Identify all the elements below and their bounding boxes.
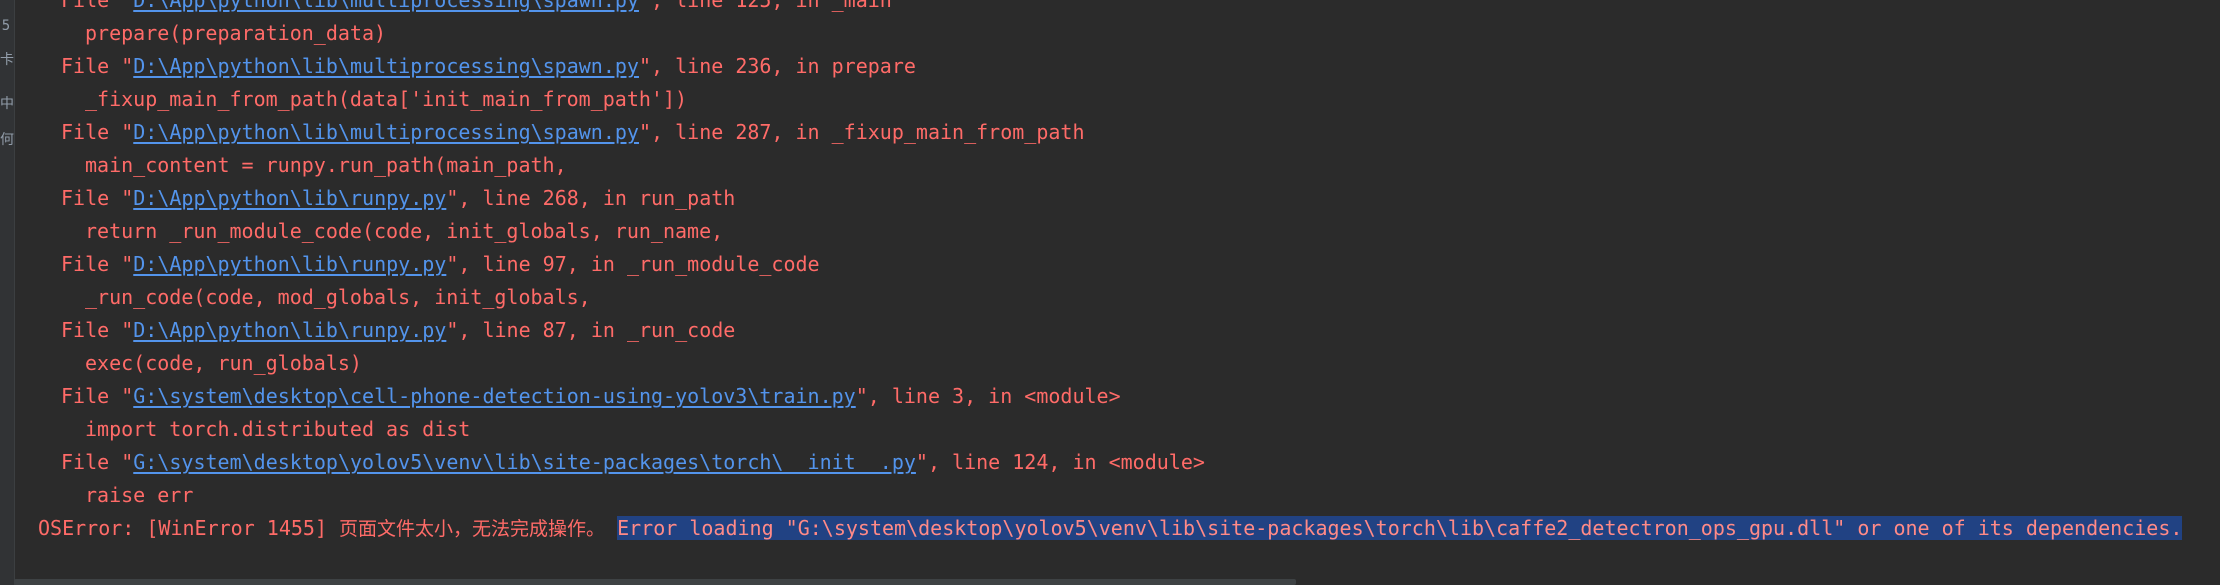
frame-prefix: File " — [61, 186, 134, 210]
frame-prefix: File " — [61, 54, 134, 78]
frame-suffix: ", line 125, in _main — [638, 0, 892, 12]
frame-prefix: File " — [61, 0, 134, 12]
traceback-lines: File "D:\App\python\lib\multiprocessing\… — [0, 0, 2220, 545]
horizontal-scrollbar[interactable] — [14, 579, 1296, 585]
frame-suffix: ", line 236, in prepare — [638, 54, 916, 78]
file-path-link[interactable]: D:\App\python\lib\multiprocessing\spawn.… — [133, 54, 639, 78]
frame-suffix: ", line 124, in <module> — [915, 450, 1205, 474]
frame-suffix: ", line 287, in _fixup_main_from_path — [638, 120, 1085, 144]
frame-prefix: File " — [61, 318, 134, 342]
file-path-link[interactable]: D:\App\python\lib\runpy.py — [133, 186, 446, 210]
frame-suffix: ", line 97, in _run_module_code — [446, 252, 820, 276]
traceback-code-line: prepare(preparation_data) — [85, 21, 387, 45]
traceback-code-line: exec(code, run_globals) — [85, 351, 362, 375]
traceback-frame-line: File "G:\system\desktop\cell-phone-detec… — [0, 380, 2220, 413]
error-type: OSError: [WinError 1455] — [38, 516, 340, 540]
traceback-frame-line: File "D:\App\python\lib\runpy.py", line … — [0, 248, 2220, 281]
traceback-frame-line: File "D:\App\python\lib\multiprocessing\… — [0, 0, 2220, 17]
selected-error-text[interactable]: Error loading "G:\system\desktop\yolov5\… — [617, 516, 2183, 540]
traceback-code-line: _fixup_main_from_path(data['init_main_fr… — [85, 87, 688, 111]
file-path-link[interactable]: D:\App\python\lib\runpy.py — [133, 318, 446, 342]
file-path-link[interactable]: D:\App\python\lib\multiprocessing\spawn.… — [133, 120, 639, 144]
error-localized-message: 页面文件太小，无法完成操作。 — [339, 518, 606, 540]
traceback-code-line: main_content = runpy.run_path(main_path, — [85, 153, 567, 177]
frame-suffix: ", line 87, in _run_code — [446, 318, 736, 342]
file-path-link[interactable]: D:\App\python\lib\multiprocessing\spawn.… — [133, 0, 639, 12]
error-spacer — [605, 516, 617, 540]
frame-prefix: File " — [61, 450, 134, 474]
traceback-frame-line: File "G:\system\desktop\yolov5\venv\lib\… — [0, 446, 2220, 479]
traceback-code-line: import torch.distributed as dist — [85, 417, 471, 441]
file-path-link[interactable]: G:\system\desktop\yolov5\venv\lib\site-p… — [133, 450, 916, 474]
traceback-frame-line: File "D:\App\python\lib\multiprocessing\… — [0, 116, 2220, 149]
traceback-frame-line: File "D:\App\python\lib\multiprocessing\… — [0, 50, 2220, 83]
frame-prefix: File " — [61, 120, 134, 144]
traceback-code-line: _run_code(code, mod_globals, init_global… — [85, 285, 591, 309]
frame-suffix: ", line 268, in run_path — [446, 186, 736, 210]
traceback-frame-line: File "D:\App\python\lib\runpy.py", line … — [0, 182, 2220, 215]
run-console-output[interactable]: 5 卡 中 何 File "D:\App\python\lib\multipro… — [0, 0, 2220, 585]
frame-suffix: ", line 3, in <module> — [855, 384, 1121, 408]
file-path-link[interactable]: D:\App\python\lib\runpy.py — [133, 252, 446, 276]
frame-prefix: File " — [61, 384, 134, 408]
traceback-frame-line: File "D:\App\python\lib\runpy.py", line … — [0, 314, 2220, 347]
traceback-code-line: raise err — [85, 483, 194, 507]
file-path-link[interactable]: G:\system\desktop\cell-phone-detection-u… — [133, 384, 855, 408]
error-message-line: OSError: [WinError 1455] 页面文件太小，无法完成操作。 … — [0, 512, 2220, 545]
frame-prefix: File " — [61, 252, 134, 276]
traceback-code-line: return _run_module_code(code, init_globa… — [85, 219, 724, 243]
